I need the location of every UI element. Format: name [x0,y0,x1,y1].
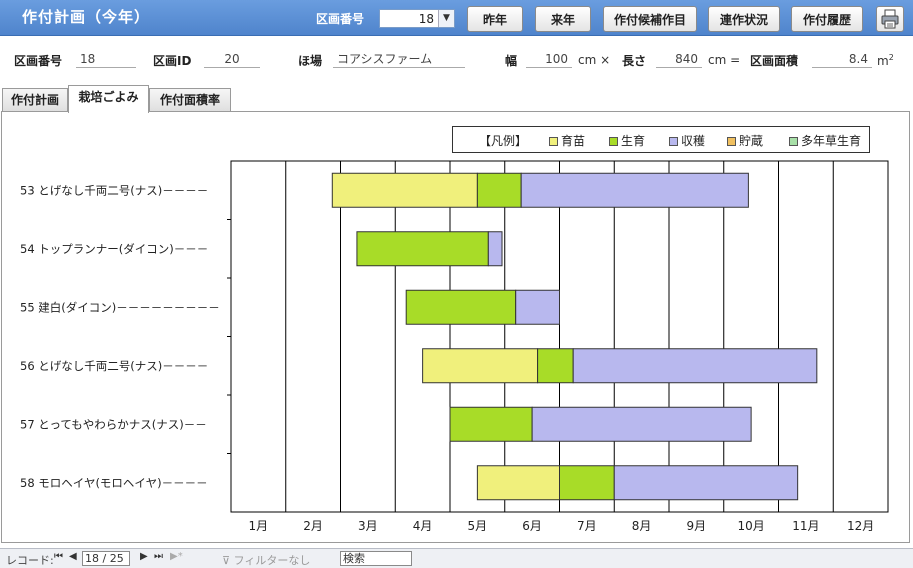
legend-label-storage: 貯蔵 [739,134,764,148]
last-record-icon[interactable]: ⏭ [154,551,163,562]
record-number-input[interactable]: 18 / 25 [82,551,130,566]
gantt-bar-segment [331,172,478,208]
gantt-bar-segment [572,348,818,384]
month-tick-label: 12月 [847,519,874,533]
record-label: レコード: [6,554,54,567]
gantt-bar-segment [476,172,522,208]
month-tick-label: 5月 [468,519,488,533]
gantt-bar-segment [422,348,539,384]
gantt-bar-segment [405,289,517,325]
month-tick-label: 9月 [687,519,707,533]
legend-swatch-seedling [549,137,558,146]
row-label: 56 とげなし千両二号(ナス)－－－－ [20,359,208,373]
gantt-bar-segment [537,348,574,384]
legend-label-growth: 生育 [621,134,646,148]
row-label: 55 建白(ダイコン)－－－－－－－－－ [20,300,220,314]
legend-label-seedling: 育苗 [561,134,586,148]
filter-off-icon: ⊽ [222,554,231,567]
gantt-bar-segment [515,289,561,325]
gantt-bar-segment [356,231,489,267]
legend-label-perennial: 多年草生育 [801,134,862,148]
row-label: 54 トップランナー(ダイコン)－－－ [20,242,208,256]
cultivation-calendar-chart: 1月 2月 3月 4月 5月 6月 7月 8月 9月 10月 11月 12月 53 とげなし千両二号(ナ… [20,160,889,533]
gantt-bar-segment [559,465,615,501]
month-tick-label: 6月 [522,519,542,533]
month-tick-label: 2月 [303,519,323,533]
month-tick-label: 3月 [358,519,378,533]
month-tick-label: 8月 [632,519,652,533]
gantt-bar-segment [487,231,503,267]
tab-cultivation-calendar[interactable]: 栽培ごよみ [68,85,149,113]
row-label: 58 モロヘイヤ(モロヘイヤ)－－－－ [20,476,208,490]
filter-status[interactable]: ⊽ フィルターなし [222,552,310,568]
month-tick-label: 7月 [577,519,597,533]
prev-record-icon[interactable]: ◀ [69,551,77,562]
gantt-bar-segment [520,172,749,208]
row-label: 57 とってもやわらかナス(ナス)－－ [20,417,207,431]
legend-swatch-growth [609,137,618,146]
first-record-icon[interactable]: ⏮ [54,551,63,562]
record-navigation-bar: レコード: ⏮ ◀ 18 / 25 ▶ ⏭ ▶* ⊽ フィルターなし 検索 [0,548,913,568]
legend-swatch-harvest [669,137,678,146]
month-tick-label: 4月 [413,519,433,533]
legend-label-harvest: 収穫 [681,134,706,148]
next-record-icon[interactable]: ▶ [140,551,148,562]
month-tick-label: 11月 [792,519,819,533]
new-record-icon[interactable]: ▶* [170,551,183,562]
legend-swatch-storage [727,137,736,146]
chart-legend: 【凡例】 育苗 生育 収穫 貯蔵 多年草生育 [452,126,870,153]
legend-title: 【凡例】 [479,134,528,148]
gantt-bar-segment [476,465,560,501]
gantt-bar-segment [531,406,752,442]
gantt-bar-segment [613,465,799,501]
gantt-bar-segment [449,406,533,442]
month-tick-label: 1月 [249,519,269,533]
month-tick-label: 10月 [737,519,764,533]
legend-swatch-perennial [789,137,798,146]
row-label: 53 とげなし千両二号(ナス)－－－－ [20,183,208,197]
search-input[interactable]: 検索 [340,551,412,566]
